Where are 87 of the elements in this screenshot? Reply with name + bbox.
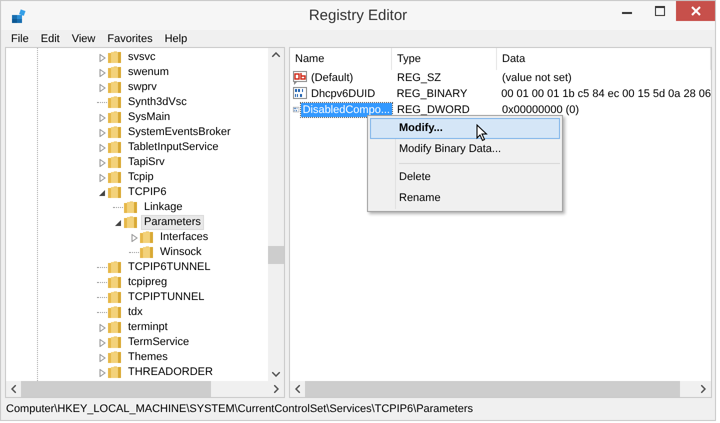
tree-item[interactable]: SystemEventsBroker bbox=[125, 125, 234, 140]
tree-item[interactable]: Tcpip bbox=[125, 170, 157, 185]
horizontal-scrollbar[interactable] bbox=[290, 381, 711, 397]
tree-item[interactable]: Interfaces bbox=[157, 230, 212, 245]
string-value-icon bbox=[293, 71, 308, 85]
folder-icon bbox=[108, 156, 123, 169]
tree-item[interactable]: Parameters bbox=[141, 215, 204, 230]
tree-line bbox=[97, 282, 107, 283]
folder-icon bbox=[108, 171, 123, 184]
folder-icon bbox=[124, 216, 139, 229]
tree-item[interactable]: swprv bbox=[125, 80, 160, 95]
folder-icon bbox=[108, 261, 123, 274]
context-menu-item[interactable]: Modify Binary Data... bbox=[370, 139, 560, 160]
tree-item[interactable]: Winsock bbox=[157, 245, 205, 260]
tree-item[interactable]: TCPIPTUNNEL bbox=[125, 290, 208, 305]
folder-icon bbox=[108, 306, 123, 319]
tree-item[interactable]: TCPIP6TUNNEL bbox=[125, 260, 214, 275]
value-name[interactable]: Dhcpv6DUID bbox=[309, 87, 378, 101]
folder-icon bbox=[108, 51, 123, 64]
column-header[interactable]: Type bbox=[392, 48, 497, 70]
value-data: 00 01 00 01 1b c5 84 ec 00 15 5d 0a 28 06 bbox=[500, 88, 711, 100]
tree-item[interactable]: swenum bbox=[125, 65, 172, 80]
collapse-icon[interactable] bbox=[114, 218, 122, 226]
tree-line bbox=[129, 252, 139, 253]
tree-item[interactable]: TabletInputService bbox=[125, 140, 222, 155]
folder-icon bbox=[108, 96, 123, 109]
context-menu-item[interactable]: Delete bbox=[370, 167, 560, 188]
tree-item[interactable]: TCPIP6 bbox=[125, 185, 170, 200]
tree-line bbox=[113, 207, 123, 208]
binary-value-icon bbox=[293, 87, 308, 101]
scrollbar-thumb[interactable] bbox=[268, 246, 284, 264]
tree-item[interactable]: Synth3dVsc bbox=[125, 95, 190, 110]
maximize-icon bbox=[654, 6, 664, 16]
value-name[interactable]: (Default) bbox=[309, 71, 356, 85]
folder-icon bbox=[108, 351, 123, 364]
menu-item[interactable]: File bbox=[5, 32, 35, 44]
value-type: REG_SZ bbox=[396, 72, 442, 84]
folder-icon bbox=[108, 81, 123, 94]
folder-icon bbox=[108, 111, 123, 124]
context-menu-item[interactable]: Modify... bbox=[370, 118, 560, 139]
value-type: REG_DWORD bbox=[396, 104, 471, 116]
cubes-icon bbox=[11, 8, 27, 24]
folder-icon bbox=[108, 141, 123, 154]
tree-line bbox=[97, 312, 107, 313]
column-header[interactable]: Name bbox=[290, 48, 392, 70]
folder-icon bbox=[140, 231, 155, 244]
folder-icon bbox=[108, 366, 123, 379]
registry-path: Computer\HKEY_LOCAL_MACHINE\SYSTEM\CurrentControlSet\Services\TCPIP6\Parameters bbox=[6, 403, 474, 415]
folder-icon bbox=[108, 321, 123, 334]
folder-icon bbox=[108, 336, 123, 349]
folder-icon bbox=[108, 291, 123, 304]
folder-icon bbox=[108, 276, 123, 289]
tree-item[interactable]: SysMain bbox=[125, 110, 174, 125]
tree-item[interactable]: Linkage bbox=[141, 200, 186, 215]
mouse-pointer-icon bbox=[476, 124, 488, 142]
tree-item[interactable]: TapiSrv bbox=[125, 155, 168, 170]
tree-item[interactable]: Themes bbox=[125, 350, 171, 365]
folder-icon bbox=[108, 186, 123, 199]
tree-line bbox=[97, 297, 107, 298]
close-button[interactable] bbox=[676, 1, 715, 21]
tree-item[interactable]: tcpipreg bbox=[125, 275, 170, 290]
value-data: (value not set) bbox=[501, 72, 573, 84]
tree-item[interactable]: TermService bbox=[125, 335, 192, 350]
window-title: Registry Editor bbox=[308, 7, 408, 24]
value-data: 0x00000000 (0) bbox=[501, 104, 580, 116]
menu-item[interactable]: Favorites bbox=[101, 32, 159, 44]
tree-item[interactable]: terminpt bbox=[125, 320, 171, 335]
column-header[interactable]: Data bbox=[497, 48, 711, 70]
tree-item[interactable]: THREADORDER bbox=[125, 365, 216, 380]
folder-icon bbox=[108, 66, 123, 79]
tree-item[interactable]: tdx bbox=[125, 305, 146, 320]
tree-item[interactable]: svsvc bbox=[125, 50, 158, 65]
folder-icon bbox=[140, 246, 155, 259]
tree-line bbox=[97, 102, 107, 103]
collapse-icon[interactable] bbox=[98, 188, 106, 196]
context-menu-item[interactable]: Rename bbox=[370, 188, 560, 209]
menu-item[interactable]: View bbox=[66, 32, 102, 44]
vertical-scrollbar[interactable] bbox=[268, 48, 284, 381]
menu-item[interactable]: Edit bbox=[34, 32, 66, 44]
value-type: REG_BINARY bbox=[396, 88, 468, 100]
menu-item[interactable]: Help bbox=[158, 32, 194, 44]
close-icon bbox=[690, 6, 700, 16]
folder-icon bbox=[124, 201, 139, 214]
horizontal-scrollbar[interactable] bbox=[6, 381, 284, 397]
tree-line bbox=[97, 267, 107, 268]
expand-icon[interactable] bbox=[130, 234, 138, 242]
folder-icon bbox=[108, 126, 123, 139]
